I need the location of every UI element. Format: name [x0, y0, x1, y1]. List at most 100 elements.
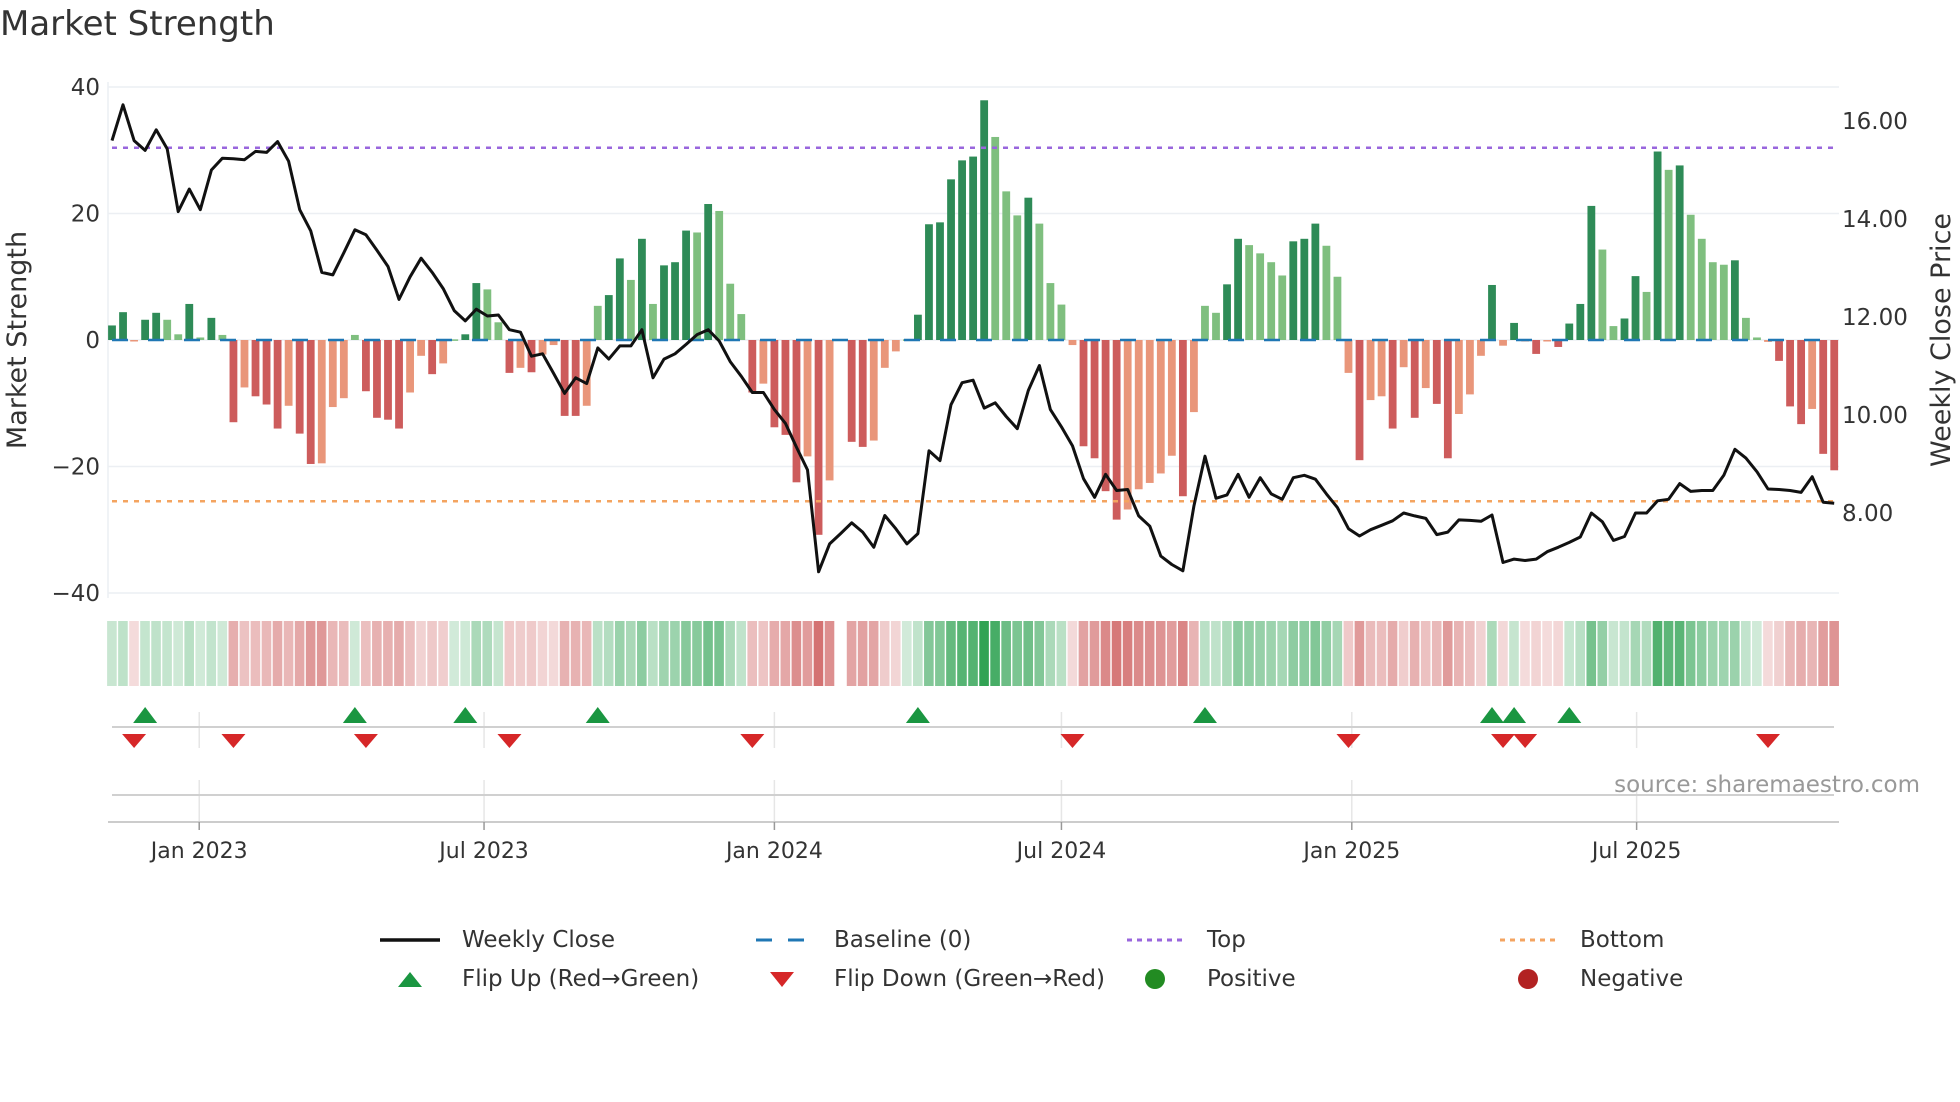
strength-bar	[1830, 340, 1839, 471]
strength-strip-cell	[1332, 621, 1343, 686]
y2-tick-label: 8.00	[1842, 501, 1893, 527]
strength-strip-cell	[184, 621, 194, 686]
strength-bar	[295, 340, 304, 434]
strength-bar	[1134, 340, 1143, 490]
strength-strip-cell	[625, 621, 636, 686]
strength-strip-cell	[1288, 621, 1298, 686]
flip-markers	[112, 707, 1834, 796]
strength-strip-cell	[802, 621, 813, 686]
strength-bar	[505, 340, 514, 373]
strength-strip-cell	[1597, 621, 1608, 686]
strength-strip-cell	[603, 621, 614, 686]
strength-strip-cell	[868, 621, 879, 686]
strength-bar	[869, 340, 878, 441]
strength-bar	[1167, 340, 1176, 456]
strength-bar	[1598, 249, 1607, 340]
strength-strip-cell	[1807, 621, 1817, 686]
flip-up-marker	[1557, 707, 1582, 723]
strength-bar	[715, 210, 724, 340]
legend-label: Top	[1207, 927, 1246, 953]
strength-strip-cell	[1453, 621, 1464, 686]
strength-bar	[152, 312, 161, 340]
strength-strip-cell	[1155, 621, 1166, 686]
strength-strip-cell	[1630, 621, 1641, 686]
strength-strip-cell	[1034, 621, 1045, 686]
strength-bar	[1355, 340, 1364, 461]
strength-strip-cell	[648, 621, 658, 686]
strength-strip-cell	[162, 621, 172, 686]
strength-strip-cell	[1663, 621, 1674, 686]
strength-bar	[1377, 340, 1386, 397]
strength-bar	[328, 340, 337, 408]
flip-up-marker	[453, 707, 478, 723]
strength-strip-cell	[1763, 621, 1773, 686]
strength-bar	[1289, 241, 1298, 340]
strength-bar	[1443, 340, 1452, 459]
strength-bar	[494, 322, 503, 340]
strength-bar	[406, 340, 414, 393]
strength-strip-cell	[1531, 621, 1541, 686]
strength-bar	[229, 340, 238, 423]
legend-label: Baseline (0)	[834, 927, 972, 953]
flip-down-marker	[1491, 734, 1516, 748]
strength-bar	[947, 179, 955, 340]
strength-strip-cell	[614, 621, 625, 686]
strength-strip-cell	[1608, 621, 1619, 686]
strength-bar	[1775, 340, 1783, 361]
strength-strip-cell	[548, 621, 559, 686]
strength-strip-cell	[1067, 621, 1078, 686]
strength-bar	[958, 160, 966, 340]
strength-bar	[1697, 238, 1706, 340]
strength-bar	[880, 340, 889, 368]
strength-bar	[417, 340, 426, 356]
strength-bar	[163, 319, 172, 340]
strength-bar	[1079, 340, 1088, 447]
strength-bar	[693, 232, 702, 340]
strength-bar	[1101, 340, 1110, 492]
strength-bar	[1245, 245, 1254, 340]
strength-strip-cell	[294, 621, 305, 686]
strength-strip-cell	[383, 621, 393, 686]
circle-red-icon	[1498, 964, 1568, 994]
strength-bar	[991, 136, 1000, 340]
strength-bar	[439, 340, 448, 364]
strength-bar	[1730, 260, 1739, 340]
strength-bar	[350, 334, 359, 340]
strength-bar	[891, 340, 900, 352]
strength-strip-cell	[482, 621, 493, 686]
strength-bar	[737, 314, 746, 340]
legend-item: Flip Down (Green→Red)	[752, 964, 1105, 994]
strength-strip-cell	[416, 621, 426, 686]
y-tick-label: 40	[71, 75, 100, 101]
strength-strip-cell	[692, 621, 702, 686]
strength-bar	[792, 340, 801, 483]
strength-strip-cell	[879, 621, 890, 686]
strength-strip-cell	[1299, 621, 1310, 686]
strength-strip-cell	[780, 621, 791, 686]
dash-icon	[752, 925, 822, 955]
strength-strip-cell	[1111, 621, 1122, 686]
strength-bar	[1510, 322, 1518, 340]
strength-strip-cell	[1056, 621, 1067, 686]
strength-strip-cell	[957, 621, 967, 686]
strength-bar	[1123, 340, 1132, 510]
strength-bar	[373, 340, 381, 418]
strength-bar	[1620, 318, 1629, 340]
strength-bar	[1178, 340, 1187, 497]
strength-bar	[1742, 317, 1750, 340]
strength-strip-cell	[526, 621, 537, 686]
strength-bar	[395, 340, 403, 429]
strength-strip-cell	[1233, 621, 1243, 686]
strength-bar	[914, 314, 922, 340]
strength-bar	[980, 100, 989, 340]
strength-strip-cell	[714, 621, 724, 686]
source-annotation: source: sharemaestro.com	[1614, 772, 1920, 798]
strength-strip-cell	[935, 621, 945, 686]
strength-bar	[649, 303, 657, 340]
y-tick-label: −40	[51, 581, 100, 607]
strength-bar	[1399, 340, 1408, 368]
line-icon	[380, 925, 450, 955]
strength-strip-cell	[824, 621, 835, 686]
strength-bar	[1532, 340, 1541, 354]
strength-strip-cell	[471, 621, 482, 686]
